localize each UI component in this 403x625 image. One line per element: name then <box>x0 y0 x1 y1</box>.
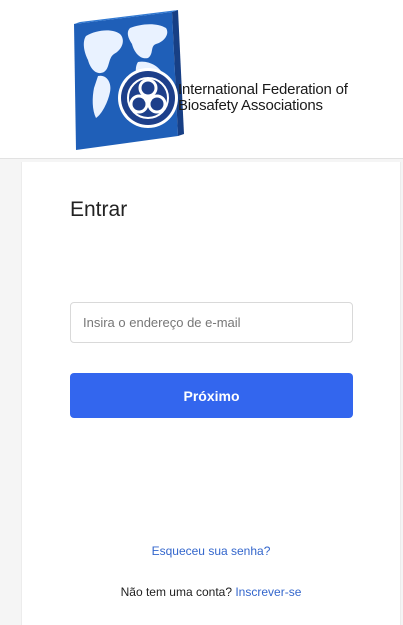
no-account-text: Não tem uma conta? <box>120 585 236 599</box>
signup-link[interactable]: Inscrever-se <box>235 585 301 599</box>
logo-text: International Federation of Biosafety As… <box>178 82 348 114</box>
page-title: Entrar <box>70 198 128 221</box>
signup-row: Não tem uma conta? Inscrever-se <box>22 585 400 599</box>
forgot-password-link[interactable]: Esqueceu sua senha? <box>22 544 400 558</box>
ifba-logo <box>74 10 184 150</box>
next-button[interactable]: Próximo <box>70 373 353 418</box>
header: International Federation of Biosafety As… <box>0 0 403 159</box>
logo-text-line2: Biosafety Associations <box>178 97 323 114</box>
email-field[interactable] <box>70 302 353 343</box>
login-card: Entrar Próximo Esqueceu sua senha? Não t… <box>21 162 401 625</box>
logo-text-line1: International Federation of <box>178 81 348 98</box>
